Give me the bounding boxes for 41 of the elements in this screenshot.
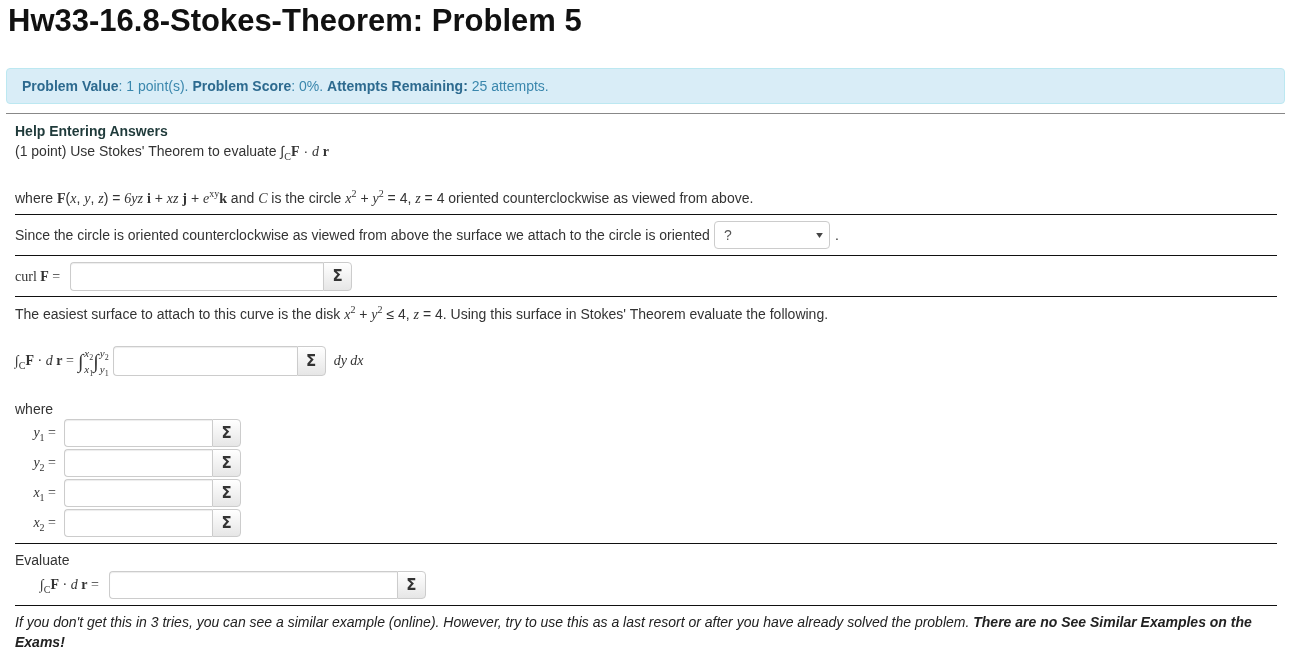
line-integral-label: ∫$_{C}$F · d r = (40, 576, 99, 595)
answer-field[interactable] (64, 509, 212, 537)
problem-statement: where F(x, y, z) = 6yz i + xz j + e$^{xy}$k and C is the circle x$^{2}$ + y$^{2}$ = 4, z = 4 oriented counterclockwise as viewed from above. (15, 188, 754, 208)
equation-editor-button[interactable]: Σ (212, 479, 241, 507)
line-integral-label: ∫$_{C}$F · d r = (15, 352, 74, 371)
surface-description: The easiest surface to attach to this curve is the disk x$^{2}$ + y$^{2}$ ≤ 4, z = 4. Using this surface in Stokes' Theorem evaluate the following. (15, 304, 829, 324)
equation-editor-button[interactable]: Σ (212, 419, 241, 447)
answer-field[interactable] (64, 419, 212, 447)
footer-note: If you don't get this in 3 tries, you can see a similar example (online). However, try to use this as a last resort or after you have already solved the problem. There are no See Similar Examples on the Exams! (15, 613, 1253, 652)
answer-field[interactable] (108, 571, 397, 599)
equation-editor-button[interactable]: Σ (212, 509, 241, 537)
equation-editor-button[interactable]: Σ (212, 449, 241, 477)
answer-field[interactable] (70, 262, 324, 291)
problem-info-bar: Problem Value: 1 point(s). Problem Score: 0%. Attempts Remaining: 25 attempts. (6, 68, 1285, 104)
sentence-period: . (834, 226, 839, 245)
problem-intro: (1 point) Use Stokes' Theorem to evaluate ∫$_{C}$F · d r (15, 142, 330, 162)
lower-limit: y$_{1}$ (99, 363, 109, 375)
integral-sign: ∫ (77, 349, 84, 375)
curl-label: curl F = (15, 267, 61, 286)
limit-label: y$_{2}$ = (31, 454, 56, 473)
evaluate-label: Evaluate (15, 551, 70, 570)
equation-editor-button[interactable]: Σ (396, 571, 426, 599)
help-link[interactable]: Help Entering Answers (15, 121, 168, 141)
page-title: Hw33-16.8-Stokes-Theorem: Problem 5 (8, 2, 582, 40)
upper-limit: y$_{2}$ (99, 347, 109, 359)
equation-editor-button[interactable]: Σ (323, 262, 353, 291)
answer-field[interactable] (64, 479, 212, 507)
orientation-dropdown[interactable]: ? (713, 221, 830, 249)
caret-icon (815, 232, 823, 238)
where-label: where (15, 400, 54, 419)
limit-label: x$_{1}$ = (32, 484, 56, 503)
limit-label: x$_{2}$ = (32, 514, 56, 533)
answer-field[interactable] (112, 346, 297, 376)
integral-sign: ∫ (93, 349, 99, 374)
orientation-question: Since the circle is oriented counterclockwise as viewed from above the surface we attach to the circle is oriented (15, 226, 710, 245)
limit-label: y$_{1}$ = (31, 424, 56, 443)
lower-limit: x$_{1}$ (84, 363, 94, 375)
answer-field[interactable] (64, 449, 212, 477)
equation-editor-button[interactable]: Σ (296, 346, 326, 376)
differentials: dy dx (333, 352, 364, 370)
upper-limit: x$_{2}$ (84, 347, 94, 359)
